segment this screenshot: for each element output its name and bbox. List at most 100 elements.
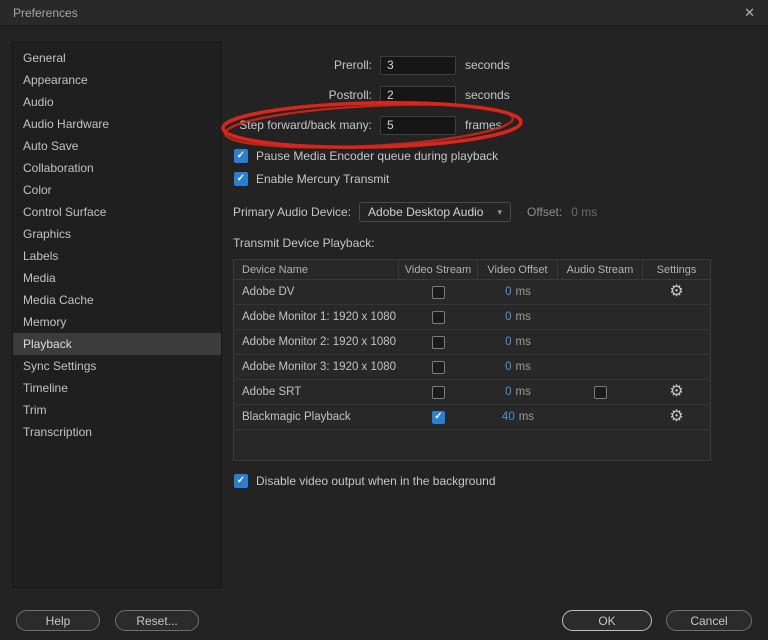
chevron-down-icon: ▾ bbox=[497, 206, 503, 217]
video-stream-checkbox[interactable]: ✓ bbox=[432, 385, 445, 399]
video-offset-value[interactable]: 0 bbox=[505, 336, 511, 348]
sidebar-item-color[interactable]: Color bbox=[13, 179, 221, 201]
table-row: Adobe Monitor 3: 1920 x 1080 ✓ 0ms ✓ ⚙ bbox=[234, 355, 710, 380]
video-offset-unit: ms bbox=[515, 311, 531, 323]
transmit-device-table: Device Name Video Stream Video Offset Au… bbox=[233, 259, 711, 461]
device-name-cell: Adobe Monitor 3: 1920 x 1080 bbox=[242, 361, 397, 373]
mercury-transmit-checkbox[interactable]: ✓ bbox=[234, 171, 248, 186]
pause-encoder-checkbox[interactable]: ✓ bbox=[234, 148, 248, 163]
video-stream-checkbox[interactable]: ✓ bbox=[432, 360, 445, 374]
window-title: Preferences bbox=[13, 5, 78, 20]
mercury-transmit-row: ✓ Enable Mercury Transmit bbox=[234, 167, 760, 190]
audio-offset-label: Offset: bbox=[527, 205, 563, 219]
step-forward-back-label: Step forward/back many: bbox=[239, 118, 372, 132]
close-icon[interactable]: ✕ bbox=[744, 6, 755, 19]
sidebar-item-labels[interactable]: Labels bbox=[13, 245, 221, 267]
reset-button[interactable]: Reset... bbox=[115, 610, 199, 631]
check-icon: ✓ bbox=[236, 172, 246, 184]
video-offset-unit: ms bbox=[515, 336, 531, 348]
check-icon: ✓ bbox=[236, 149, 246, 161]
col-device-name: Device Name bbox=[234, 260, 399, 279]
audio-device-dropdown[interactable]: Adobe Desktop Audio ▾ bbox=[359, 202, 512, 222]
footer: Help Reset... OK Cancel bbox=[16, 610, 752, 631]
sidebar-item-control-surface[interactable]: Control Surface bbox=[13, 201, 221, 223]
sidebar-item-collaboration[interactable]: Collaboration bbox=[13, 157, 221, 179]
primary-audio-device-row: Primary Audio Device: Adobe Desktop Audi… bbox=[233, 201, 760, 223]
transmit-device-playback-title: Transmit Device Playback: bbox=[233, 236, 375, 250]
pause-encoder-row: ✓ Pause Media Encoder queue during playb… bbox=[234, 144, 760, 167]
video-stream-checkbox[interactable]: ✓ bbox=[432, 410, 445, 424]
video-offset-value[interactable]: 0 bbox=[505, 386, 511, 398]
settings-gear-icon[interactable]: ⚙ bbox=[669, 384, 683, 400]
sidebar-item-trim[interactable]: Trim bbox=[13, 399, 221, 421]
col-video-stream: Video Stream bbox=[399, 260, 478, 279]
postroll-input[interactable] bbox=[380, 85, 456, 105]
sidebar-item-appearance[interactable]: Appearance bbox=[13, 69, 221, 91]
sidebar-item-general[interactable]: General bbox=[13, 47, 221, 69]
video-offset-value[interactable]: 0 bbox=[505, 361, 511, 373]
video-offset-unit: ms bbox=[515, 286, 531, 298]
sidebar-item-audio[interactable]: Audio bbox=[13, 91, 221, 113]
video-stream-checkbox[interactable]: ✓ bbox=[432, 335, 445, 349]
primary-audio-device-label: Primary Audio Device: bbox=[233, 205, 352, 219]
sidebar-item-playback[interactable]: Playback bbox=[13, 333, 221, 355]
settings-gear-icon[interactable]: ⚙ bbox=[669, 284, 683, 300]
titlebar: Preferences ✕ bbox=[0, 0, 768, 26]
sidebar-item-media[interactable]: Media bbox=[13, 267, 221, 289]
video-offset-value[interactable]: 0 bbox=[505, 286, 511, 298]
sidebar-item-transcription[interactable]: Transcription bbox=[13, 421, 221, 443]
video-offset-value[interactable]: 0 bbox=[505, 311, 511, 323]
ok-button[interactable]: OK bbox=[562, 610, 652, 631]
postroll-row: Postroll: seconds bbox=[230, 84, 760, 106]
sidebar-item-graphics[interactable]: Graphics bbox=[13, 223, 221, 245]
table-header: Device Name Video Stream Video Offset Au… bbox=[234, 260, 710, 280]
playback-settings-panel: Preroll: seconds Postroll: seconds Step … bbox=[230, 42, 760, 492]
table-row: Adobe DV ✓ 0ms ✓ ⚙ bbox=[234, 280, 710, 305]
step-forward-back-unit: frames bbox=[465, 118, 502, 132]
audio-offset-value: 0 ms bbox=[571, 205, 598, 219]
sidebar-item-timeline[interactable]: Timeline bbox=[13, 377, 221, 399]
check-icon: ✓ bbox=[236, 474, 246, 486]
audio-device-selected-value: Adobe Desktop Audio bbox=[368, 205, 484, 219]
disable-video-output-label: Disable video output when in the backgro… bbox=[256, 473, 496, 488]
step-forward-back-row: Step forward/back many: frames bbox=[230, 114, 760, 136]
device-name-cell: Adobe SRT bbox=[242, 386, 302, 398]
video-offset-unit: ms bbox=[515, 386, 531, 398]
table-row: Adobe Monitor 2: 1920 x 1080 ✓ 0ms ✓ ⚙ bbox=[234, 330, 710, 355]
disable-video-output-row: ✓ Disable video output when in the backg… bbox=[234, 469, 760, 492]
disable-video-output-checkbox[interactable]: ✓ bbox=[234, 473, 248, 488]
sidebar-item-sync-settings[interactable]: Sync Settings bbox=[13, 355, 221, 377]
preroll-input[interactable] bbox=[380, 55, 456, 75]
table-row: Adobe Monitor 1: 1920 x 1080 ✓ 0ms ✓ ⚙ bbox=[234, 305, 710, 330]
sidebar-item-audio-hardware[interactable]: Audio Hardware bbox=[13, 113, 221, 135]
video-offset-unit: ms bbox=[515, 361, 531, 373]
table-row: Blackmagic Playback ✓ 40ms ✓ ⚙ bbox=[234, 405, 710, 430]
device-name-cell: Adobe DV bbox=[242, 286, 295, 298]
video-offset-unit: ms bbox=[518, 411, 535, 423]
sidebar-item-auto-save[interactable]: Auto Save bbox=[13, 135, 221, 157]
table-row: Adobe SRT ✓ 0 ms ✓ ⚙ bbox=[234, 380, 710, 405]
device-name-cell: Blackmagic Playback bbox=[242, 411, 351, 423]
device-name-cell: Adobe Monitor 2: 1920 x 1080 bbox=[242, 336, 397, 348]
preroll-unit: seconds bbox=[465, 58, 510, 72]
step-forward-back-input[interactable] bbox=[380, 115, 456, 135]
sidebar-item-media-cache[interactable]: Media Cache bbox=[13, 289, 221, 311]
pause-encoder-label: Pause Media Encoder queue during playbac… bbox=[256, 148, 499, 163]
preroll-label: Preroll: bbox=[333, 58, 372, 72]
video-stream-checkbox[interactable]: ✓ bbox=[432, 310, 445, 324]
cancel-button[interactable]: Cancel bbox=[666, 610, 752, 631]
video-offset-value[interactable]: 40 bbox=[502, 411, 515, 423]
sidebar-item-memory[interactable]: Memory bbox=[13, 311, 221, 333]
sidebar: General Appearance Audio Audio Hardware … bbox=[12, 42, 222, 588]
col-audio-stream: Audio Stream bbox=[558, 260, 643, 279]
col-video-offset: Video Offset bbox=[478, 260, 558, 279]
device-name-cell: Adobe Monitor 1: 1920 x 1080 bbox=[242, 311, 397, 323]
postroll-label: Postroll: bbox=[328, 88, 372, 102]
settings-gear-icon[interactable]: ⚙ bbox=[669, 409, 683, 425]
postroll-unit: seconds bbox=[465, 88, 510, 102]
audio-stream-checkbox[interactable]: ✓ bbox=[594, 385, 607, 399]
help-button[interactable]: Help bbox=[16, 610, 100, 631]
mercury-transmit-label: Enable Mercury Transmit bbox=[256, 171, 390, 186]
check-icon: ✓ bbox=[434, 411, 443, 422]
video-stream-checkbox[interactable]: ✓ bbox=[432, 285, 445, 299]
